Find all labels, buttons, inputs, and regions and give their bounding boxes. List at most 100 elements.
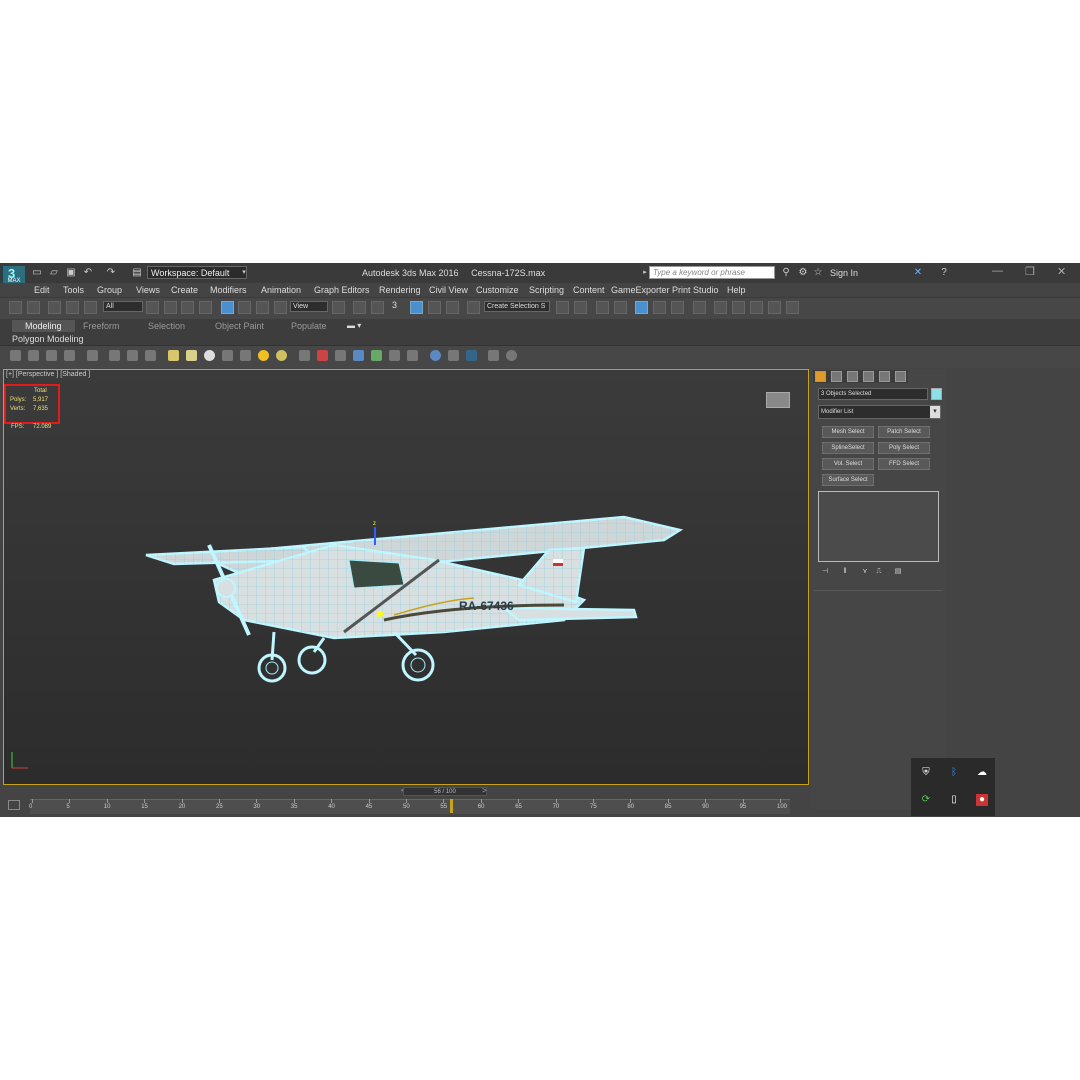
menu-customize[interactable]: Customize: [476, 283, 519, 297]
project-folder-icon[interactable]: ▤: [131, 266, 143, 279]
viewport-label[interactable]: [+] [Perspective ] [Shaded ]: [6, 371, 90, 378]
helper-icon[interactable]: [127, 350, 138, 361]
chevron-down-icon[interactable]: ▾: [930, 406, 940, 418]
spinner-snap-icon[interactable]: [446, 301, 459, 314]
sign-in-button[interactable]: Sign In: [830, 268, 858, 278]
earth-icon[interactable]: [430, 350, 441, 361]
select-scale-icon[interactable]: [256, 301, 269, 314]
device-icon[interactable]: ▯: [948, 794, 960, 806]
sphere-icon[interactable]: [204, 350, 215, 361]
a360-gallery-icon[interactable]: [768, 301, 781, 314]
particle-icon[interactable]: [109, 350, 120, 361]
vol-select-button[interactable]: Vol. Select: [822, 458, 874, 470]
redo-icon[interactable]: ↷: [105, 266, 117, 279]
render-in-cloud-icon[interactable]: [750, 301, 763, 314]
render-shortcuts-icon[interactable]: [786, 301, 799, 314]
select-manipulate-icon[interactable]: [353, 301, 366, 314]
utilities-tab-icon[interactable]: [895, 371, 906, 382]
bluetooth-icon[interactable]: ᛒ: [948, 767, 960, 779]
next-frame-icon[interactable]: >: [482, 786, 487, 795]
material-editor-icon[interactable]: [671, 301, 684, 314]
configure-sets-icon[interactable]: ▤: [893, 568, 903, 576]
exchange-icon[interactable]: ✕: [912, 266, 924, 279]
subscription-icon[interactable]: ⚙: [797, 266, 809, 279]
remove-modifier-icon[interactable]: ⎍: [874, 568, 884, 576]
tab-freeform[interactable]: Freeform: [83, 321, 120, 331]
ribbon-options-icon[interactable]: ▬ ▾: [347, 321, 361, 330]
star-icon[interactable]: ☆: [812, 266, 824, 279]
sun-icon[interactable]: [258, 350, 269, 361]
make-unique-icon[interactable]: ⋎: [860, 568, 870, 576]
workspace-dropdown[interactable]: Workspace: Default: [147, 266, 247, 279]
scene-explorer-icon[interactable]: [10, 350, 21, 361]
poly-select-button[interactable]: Poly Select: [878, 442, 930, 454]
scatter-icon[interactable]: [299, 350, 310, 361]
binoculars-icon[interactable]: ⚲: [780, 266, 792, 279]
paint-icon[interactable]: [317, 350, 328, 361]
camera-icon[interactable]: [466, 350, 477, 361]
window-crossing-icon[interactable]: [199, 301, 212, 314]
bind-spacewarp-icon[interactable]: [84, 301, 97, 314]
menu-scripting[interactable]: Scripting: [529, 283, 564, 297]
search-input[interactable]: Type a keyword or phrase: [649, 266, 775, 279]
perspective-viewport[interactable]: z RA-67436: [3, 369, 809, 785]
cessna-wireframe-model[interactable]: z: [145, 515, 684, 683]
align-icon[interactable]: [574, 301, 587, 314]
create-tab-icon[interactable]: [815, 371, 826, 382]
schematic-view-icon[interactable]: [653, 301, 666, 314]
render-icon[interactable]: [28, 350, 39, 361]
help-icon[interactable]: ?: [938, 266, 950, 279]
pedestrian-icon[interactable]: [389, 350, 400, 361]
place-icon[interactable]: [274, 301, 287, 314]
unlink-icon[interactable]: [66, 301, 79, 314]
redo-icon[interactable]: [27, 301, 40, 314]
grid-icon[interactable]: [64, 350, 75, 361]
percent-snap-icon[interactable]: [428, 301, 441, 314]
select-rotate-icon[interactable]: [238, 301, 251, 314]
viewcube-icon[interactable]: [766, 392, 790, 408]
snap-toggle[interactable]: 3: [392, 300, 397, 310]
menu-print-studio[interactable]: Print Studio: [672, 283, 719, 297]
mini-curve-editor-icon[interactable]: [8, 800, 20, 810]
modifier-stack[interactable]: [818, 491, 939, 562]
menu-rendering[interactable]: Rendering: [379, 283, 421, 297]
object-name-field[interactable]: 3 Objects Selected: [818, 388, 928, 400]
cone-icon[interactable]: [240, 350, 251, 361]
select-move-icon[interactable]: [221, 301, 234, 314]
skylight-icon[interactable]: [276, 350, 287, 361]
edit-named-selection-icon[interactable]: [467, 301, 480, 314]
menu-group[interactable]: Group: [97, 283, 122, 297]
reference-coordinate-dropdown[interactable]: View: [290, 301, 328, 312]
network-sync-icon[interactable]: ⟳: [920, 794, 932, 806]
hierarchy-tab-icon[interactable]: [847, 371, 858, 382]
rectangular-selection-icon[interactable]: [181, 301, 194, 314]
patch-select-button[interactable]: Patch Select: [878, 426, 930, 438]
menu-modifiers[interactable]: Modifiers: [210, 283, 247, 297]
ffd-select-button[interactable]: FFD Select: [878, 458, 930, 470]
minimize-icon[interactable]: —: [992, 265, 1003, 277]
pivot-center-icon[interactable]: [332, 301, 345, 314]
security-shield-icon[interactable]: ⛨: [920, 767, 932, 779]
onedrive-icon[interactable]: ☁: [976, 767, 988, 779]
render-setup-icon[interactable]: [693, 301, 706, 314]
menu-graph-editors[interactable]: Graph Editors: [314, 283, 370, 297]
rendered-frame-window-icon[interactable]: [714, 301, 727, 314]
modifier-list-dropdown[interactable]: Modifier List: [818, 405, 941, 419]
shape-icon[interactable]: [335, 350, 346, 361]
layer-manager-icon[interactable]: [596, 301, 609, 314]
open-file-icon[interactable]: ▱: [48, 266, 60, 279]
spline-select-button[interactable]: SplineSelect: [822, 442, 874, 454]
light-icon[interactable]: [87, 350, 98, 361]
save-icon[interactable]: ▣: [65, 266, 77, 279]
keyboard-shortcut-icon[interactable]: [371, 301, 384, 314]
toggle-ribbon-icon[interactable]: [614, 301, 627, 314]
menu-civil-view[interactable]: Civil View: [429, 283, 468, 297]
menu-help[interactable]: Help: [727, 283, 746, 297]
surface-select-button[interactable]: Surface Select: [822, 474, 874, 486]
curve-editor-icon[interactable]: [635, 301, 648, 314]
select-by-name-icon[interactable]: [164, 301, 177, 314]
menu-animation[interactable]: Animation: [261, 283, 301, 297]
tab-populate[interactable]: Populate: [291, 321, 327, 331]
render-production-icon[interactable]: [732, 301, 745, 314]
menu-edit[interactable]: Edit: [34, 283, 50, 297]
